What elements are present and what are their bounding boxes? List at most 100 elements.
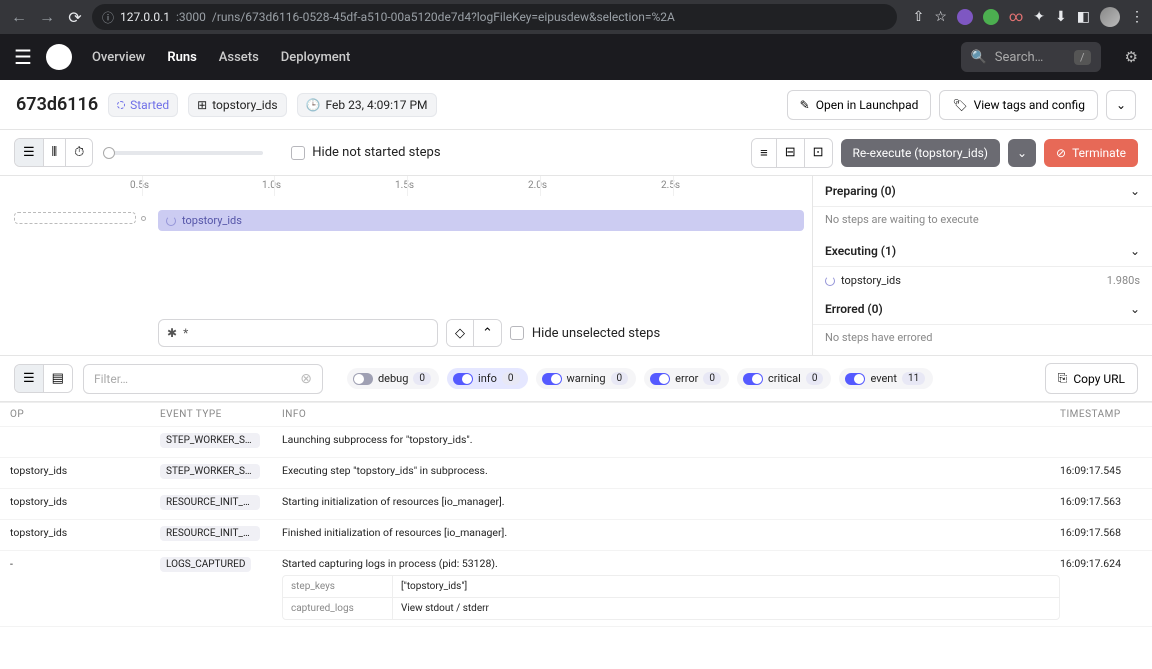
chevron-down-icon: ⌄	[1130, 244, 1140, 258]
run-id: 673d6116	[16, 94, 98, 115]
log-row[interactable]: topstory_idsSTEP_WORKER_STARTEDExecuting…	[0, 457, 1152, 488]
section-errored[interactable]: Errored (0)⌄	[813, 294, 1152, 325]
tick: 2.5s	[661, 180, 680, 191]
copy-url-button[interactable]: ⎘Copy URL	[1045, 363, 1138, 394]
filter-up[interactable]: ⌃	[474, 320, 501, 346]
hide-not-started-label: Hide not started steps	[312, 145, 440, 160]
log-view-raw[interactable]: ▤	[44, 365, 72, 392]
graph-icon: ✱	[167, 326, 177, 340]
layout-group: ≡ ⊟ ⊡	[751, 138, 832, 168]
section-preparing[interactable]: Preparing (0)⌄	[813, 176, 1152, 207]
level-debug[interactable]: debug0	[347, 368, 439, 389]
row-label-box[interactable]	[14, 212, 136, 224]
view-waterfall[interactable]: ☰	[15, 139, 44, 166]
kv-table: step_keys["topstory_ids"]captured_logsVi…	[282, 575, 1060, 620]
chevron-down-icon: ⌄	[1130, 302, 1140, 316]
kebab-icon[interactable]: ⋮	[1130, 9, 1144, 25]
zoom-slider[interactable]	[103, 151, 263, 155]
level-error[interactable]: error0	[644, 368, 729, 389]
view-time[interactable]: ⏱	[66, 139, 92, 166]
log-filter-input[interactable]: Filter… ⊗	[83, 364, 323, 394]
tick: 1.5s	[395, 180, 414, 191]
nav-overview[interactable]: Overview	[92, 50, 145, 65]
tick: 0.5s	[130, 180, 149, 191]
spinner-icon	[117, 101, 125, 109]
clear-icon[interactable]: ⊗	[300, 371, 312, 387]
chevron-down-icon: ⌄	[1130, 184, 1140, 198]
executing-step[interactable]: topstory_ids1.980s	[813, 267, 1152, 294]
profile-avatar[interactable]	[1100, 7, 1120, 27]
log-row[interactable]: STEP_WORKER_STARTI…Launching subprocess …	[0, 426, 1152, 457]
section-succeeded[interactable]: Succeeded (0)›	[813, 354, 1152, 355]
layout-2[interactable]: ⊟	[777, 139, 805, 167]
menu-icon[interactable]: ☰	[14, 45, 32, 69]
level-critical[interactable]: critical0	[737, 368, 831, 389]
hide-not-started-checkbox[interactable]	[291, 146, 305, 160]
level-warning[interactable]: warning0	[536, 368, 637, 389]
toggle[interactable]	[650, 373, 670, 385]
slider-knob[interactable]	[103, 147, 115, 159]
log-row[interactable]: topstory_idsRESOURCE_INIT_SUCC…Finished …	[0, 519, 1152, 550]
layout-3[interactable]: ⊡	[805, 139, 832, 167]
log-row[interactable]: topstory_idsRESOURCE_INIT_STAR…Starting …	[0, 488, 1152, 519]
more-button[interactable]: ⌄	[1106, 90, 1136, 120]
view-tags-button[interactable]: 🏷View tags and config	[939, 90, 1098, 120]
extension-icon-2[interactable]	[983, 9, 999, 25]
job-pill[interactable]: ⊞topstory_ids	[188, 93, 286, 117]
log-row[interactable]: topstory_idsSTEP_STARTStarted execution …	[0, 626, 1152, 628]
star-icon[interactable]: ☆	[934, 9, 947, 25]
toggle[interactable]	[542, 373, 562, 385]
reload-icon[interactable]: ⟳	[64, 8, 86, 27]
share-icon[interactable]: ⇧	[913, 9, 925, 25]
log-view-structured[interactable]: ☰	[15, 365, 44, 392]
hide-unselected-label: Hide unselected steps	[532, 326, 660, 341]
log-row[interactable]: -LOGS_CAPTUREDStarted capturing logs in …	[0, 550, 1152, 626]
event-tag: RESOURCE_INIT_SUCC…	[160, 526, 260, 541]
errored-msg: No steps have errored	[813, 325, 1152, 354]
pencil-icon: ✎	[800, 98, 810, 112]
settings-icon[interactable]: ⚙	[1125, 48, 1138, 66]
terminate-button[interactable]: ⊘Terminate	[1044, 139, 1138, 167]
reexecute-button[interactable]: Re-execute (topstory_ids)	[841, 139, 1000, 167]
reexecute-dropdown[interactable]: ⌄	[1008, 139, 1036, 167]
level-event[interactable]: event11	[839, 368, 933, 389]
back-icon[interactable]: ←	[8, 7, 30, 27]
toggle[interactable]	[453, 373, 473, 385]
layout-1[interactable]: ≡	[752, 139, 777, 167]
section-executing[interactable]: Executing (1)⌄	[813, 236, 1152, 267]
nav-runs[interactable]: Runs	[167, 50, 196, 65]
download-icon[interactable]: ⬇	[1055, 9, 1067, 25]
status-pill: Started	[108, 93, 178, 117]
hide-unselected-checkbox[interactable]	[510, 326, 524, 340]
step-filter-input[interactable]: ✱ *	[158, 319, 438, 347]
step-bar[interactable]: topstory_ids	[158, 210, 804, 231]
col-info: INFO	[272, 409, 1060, 420]
level-info[interactable]: info0	[447, 368, 527, 389]
url-bar[interactable]: ⓘ 127.0.0.1:3000/runs/673d6116-0528-45df…	[92, 4, 897, 30]
nav-deployment[interactable]: Deployment	[281, 50, 351, 65]
toggle[interactable]	[845, 373, 865, 385]
search-placeholder: Search…	[995, 50, 1044, 65]
extensions-icon[interactable]: ✦	[1033, 9, 1045, 25]
nav-links: Overview Runs Assets Deployment	[92, 50, 350, 65]
view-flat[interactable]: ⫴	[44, 139, 66, 166]
open-launchpad-button[interactable]: ✎Open in Launchpad	[787, 90, 932, 120]
gantt-chart[interactable]: 0.5s 1.0s 1.5s 2.0s 2.5s topstory_ids ✱ …	[0, 176, 812, 355]
panel-icon[interactable]: ◧	[1077, 9, 1090, 25]
app-logo[interactable]	[46, 44, 72, 70]
clipboard-icon: ⎘	[1058, 371, 1068, 386]
global-search[interactable]: 🔍 Search… /	[961, 42, 1101, 72]
col-ts: TIMESTAMP	[1060, 409, 1152, 420]
url-path: /runs/673d6116-0528-45df-a510-00a5120de7…	[212, 10, 675, 24]
log-header: OP EVENT TYPE INFO TIMESTAMP	[0, 403, 1152, 426]
extension-icon-3[interactable]: ∞	[1009, 9, 1023, 25]
forward-icon[interactable]: →	[36, 7, 58, 27]
tick: 1.0s	[262, 180, 281, 191]
toggle[interactable]	[353, 373, 373, 385]
extension-icon-1[interactable]	[957, 9, 973, 25]
toggle[interactable]	[743, 373, 763, 385]
nav-assets[interactable]: Assets	[219, 50, 259, 65]
filter-layers[interactable]: ◇	[447, 320, 474, 346]
log-toolbar: ☰ ▤ Filter… ⊗ debug0 info0 warning0 error0 c…	[0, 356, 1152, 402]
spinner-icon	[825, 276, 835, 286]
